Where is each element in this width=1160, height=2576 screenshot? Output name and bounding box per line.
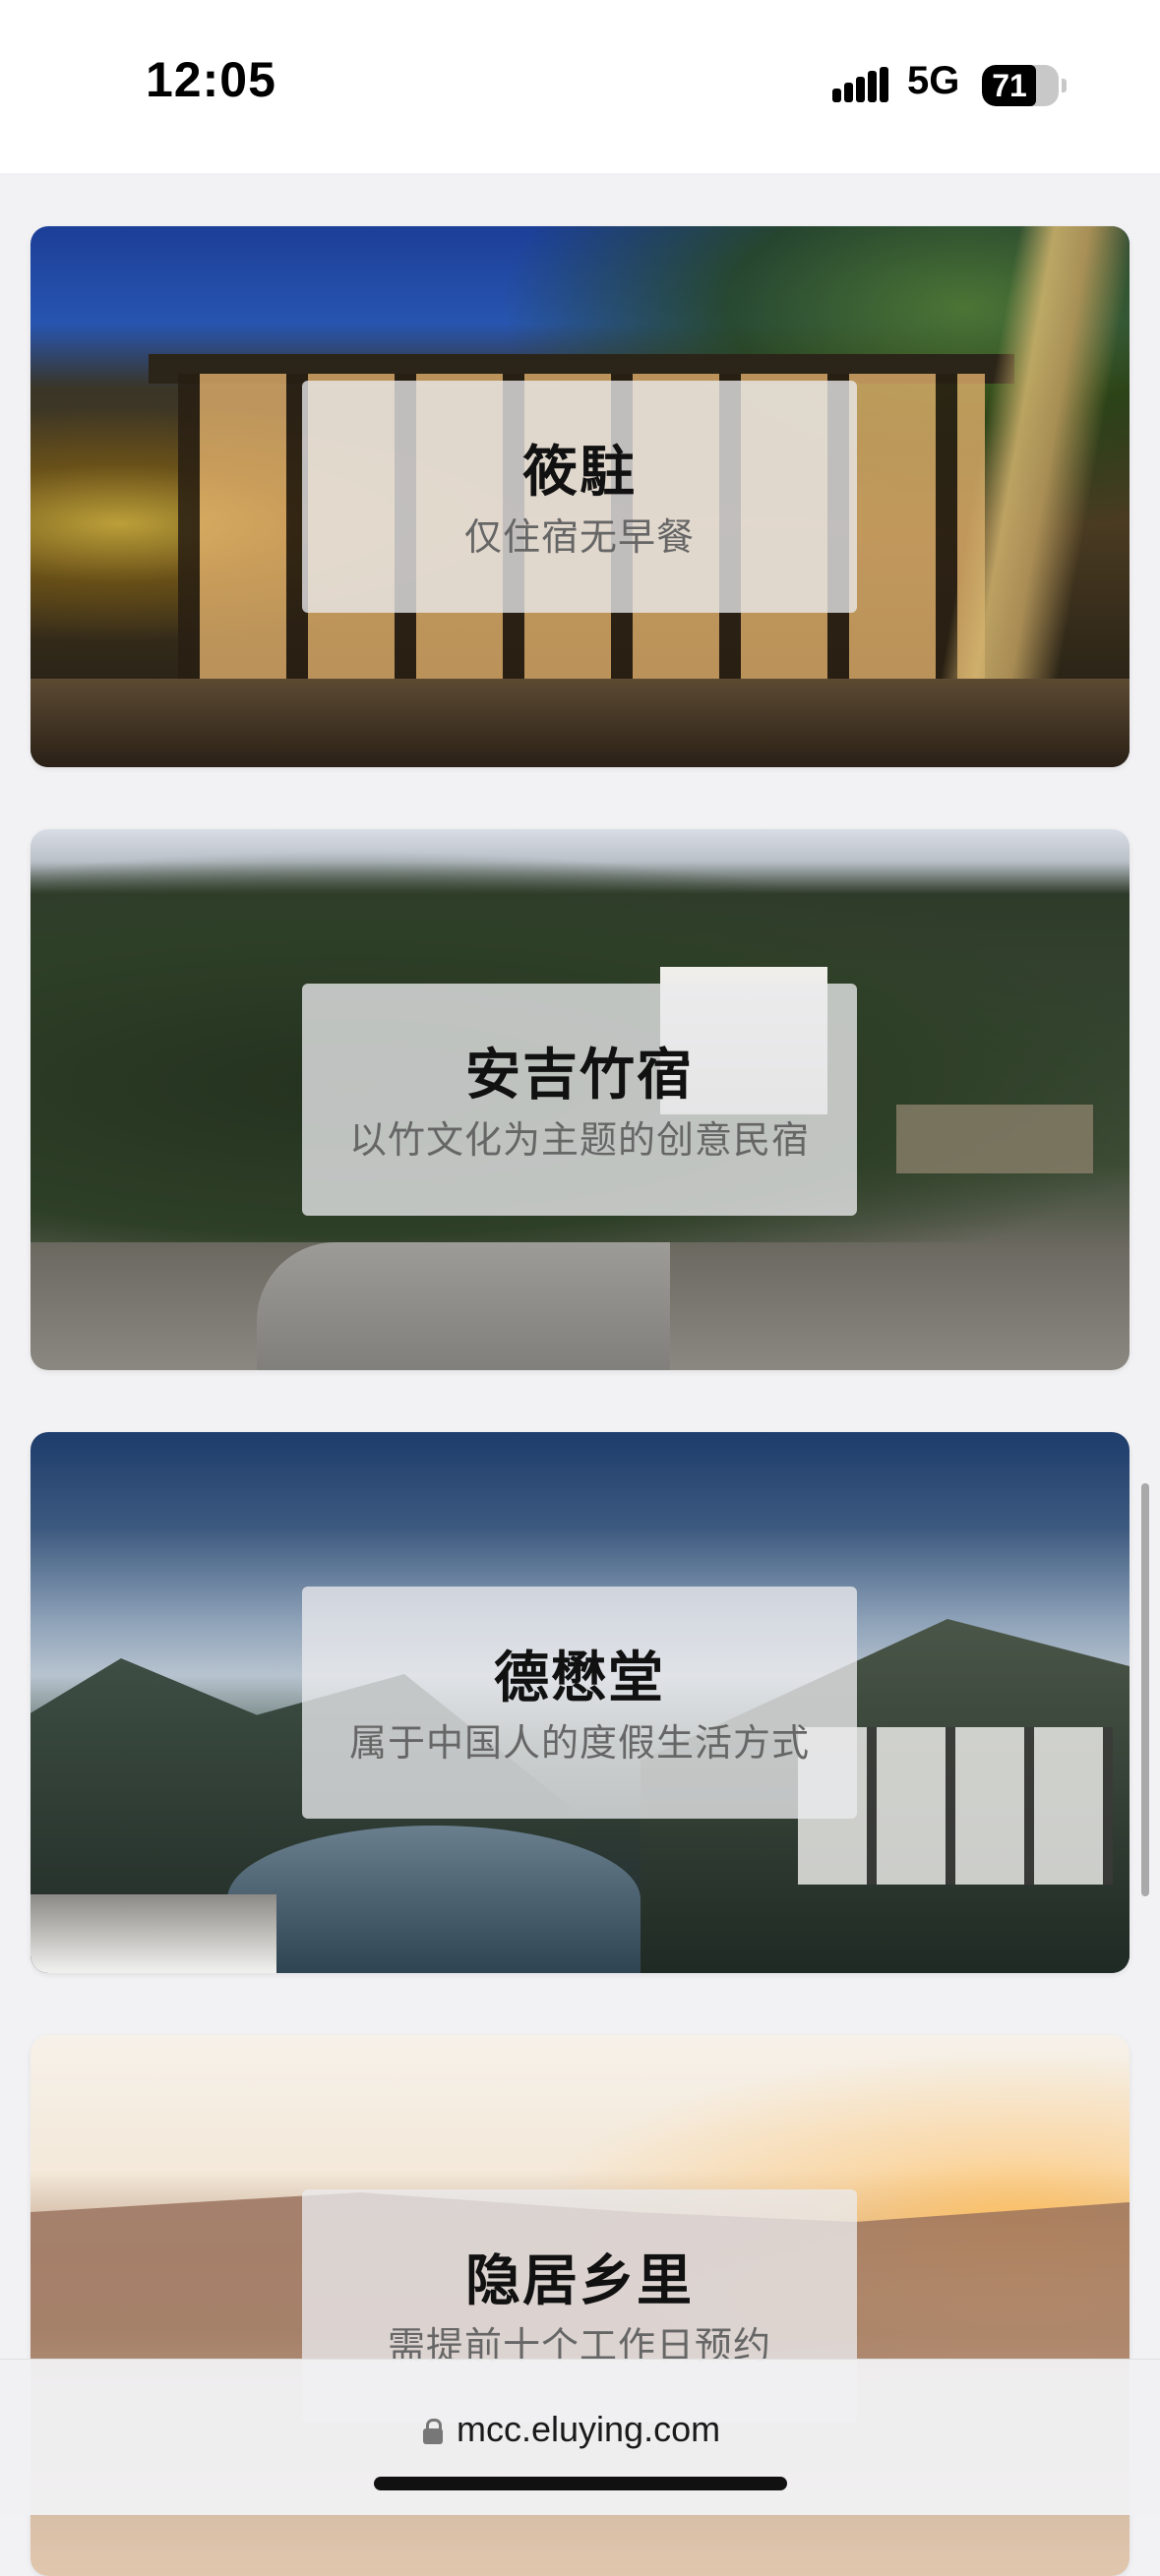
address-bar[interactable]: mcc.eluying.com — [0, 2359, 1160, 2515]
status-time: 12:05 — [146, 52, 276, 107]
card-title: 安吉竹宿 — [465, 1044, 694, 1108]
card-demaotang[interactable]: 德懋堂 属于中国人的度假生活方式 — [31, 1432, 1129, 1973]
lock-icon — [423, 2419, 443, 2444]
card-subtitle: 以竹文化为主题的创意民宿 — [348, 1118, 810, 1162]
card-label-panel: 德懋堂 属于中国人的度假生活方式 — [302, 1587, 857, 1819]
card-anji-zhusu[interactable]: 安吉竹宿 以竹文化为主题的创意民宿 — [31, 829, 1129, 1370]
card-xiaozhu[interactable]: 筱駐 仅住宿无早餐 — [31, 226, 1129, 767]
card-label-panel: 筱駐 仅住宿无早餐 — [302, 381, 857, 613]
battery-tip — [1062, 79, 1067, 92]
home-indicator[interactable] — [374, 2477, 787, 2490]
scrollbar[interactable] — [1141, 1483, 1149, 1896]
battery-percent: 71 — [992, 68, 1027, 103]
card-subtitle: 仅住宿无早餐 — [463, 515, 695, 559]
card-subtitle: 属于中国人的度假生活方式 — [348, 1721, 810, 1765]
card-title: 隐居乡里 — [465, 2249, 694, 2313]
battery-icon: 71 — [982, 65, 1059, 106]
card-label-panel: 安吉竹宿 以竹文化为主题的创意民宿 — [302, 984, 857, 1216]
status-bar: 12:05 5G 71 — [0, 0, 1160, 173]
card-title: 筱駐 — [522, 441, 637, 505]
cellular-signal-icon — [832, 67, 888, 102]
card-title: 德懋堂 — [494, 1647, 665, 1710]
url-text[interactable]: mcc.eluying.com — [457, 2409, 720, 2450]
network-type: 5G — [907, 59, 960, 102]
